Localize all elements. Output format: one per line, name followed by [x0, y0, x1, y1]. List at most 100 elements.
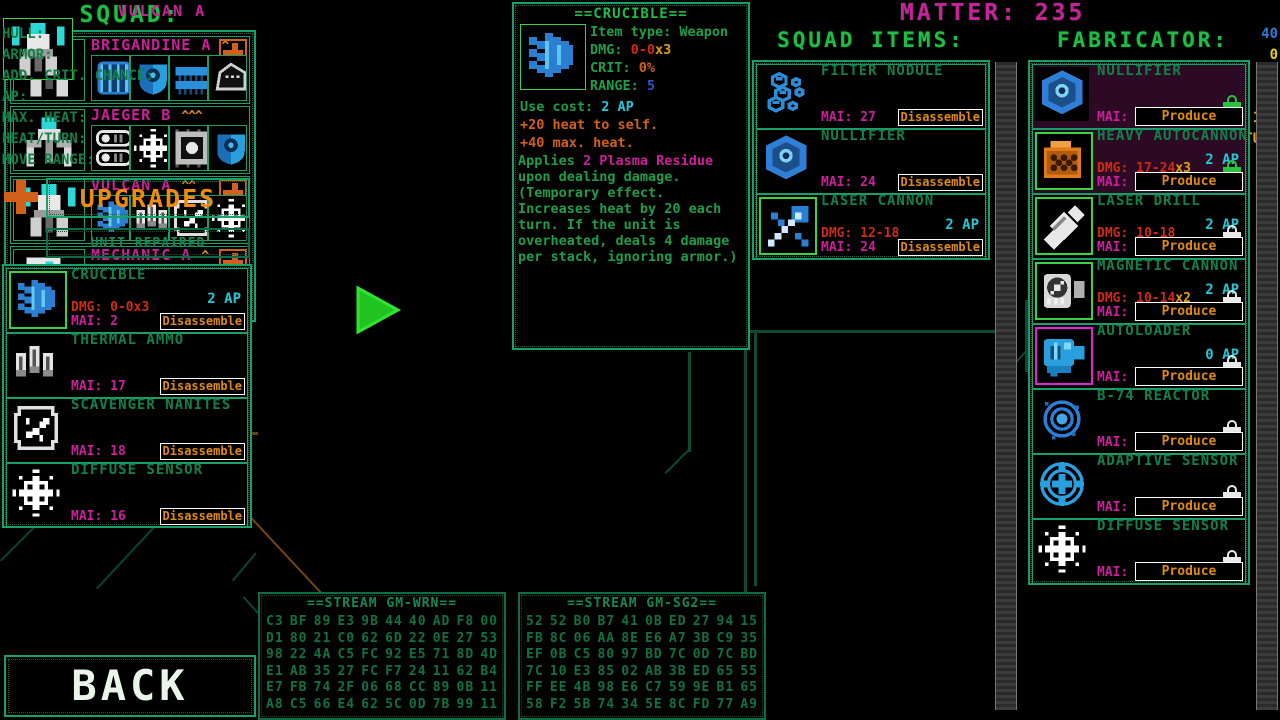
item-name: SCAVENGER NANITES [71, 397, 231, 413]
fabricator-panel: NULLIFIER MAI: 120 Produce HEAVY AUTOCAN… [1028, 60, 1250, 585]
stream-row: C3BF89E39B4440ADF800 [266, 614, 498, 631]
item-matter-cost: MAI: 27 [821, 110, 876, 125]
disassemble-button[interactable]: Disassemble [160, 508, 245, 525]
item-name: LASER CANNON [821, 193, 934, 209]
item-icon[interactable] [1035, 522, 1093, 580]
unit-title: VULCAN A [74, 2, 250, 20]
item-row[interactable]: SCAVENGER NANITES MAI: 18 Disassemble [6, 398, 248, 463]
item-icon[interactable] [1035, 67, 1093, 125]
disassemble-button[interactable]: Disassemble [898, 174, 983, 191]
upgrades-button[interactable]: UPGRADES [46, 178, 250, 218]
produce-button[interactable]: Produce [1135, 497, 1243, 516]
item-icon[interactable] [9, 401, 67, 459]
item-name: THERMAL AMMO [71, 332, 184, 348]
produce-button[interactable]: Produce [1135, 562, 1243, 581]
squad-items-scrollbar[interactable] [995, 62, 1017, 710]
item-row[interactable]: MAGNETIC CANNON DMG: 10-14x2 MAI: 120 2 … [1032, 259, 1246, 324]
tooltip-description: (Temporary effect. Increases heat by 20 … [518, 185, 745, 265]
item-row[interactable]: DIFFUSE SENSOR MAI: 16 Disassemble [6, 463, 248, 528]
disassemble-button[interactable]: Disassemble [160, 378, 245, 395]
item-row[interactable]: NULLIFIER MAI: 24 Disassemble [756, 129, 986, 194]
item-name: AUTOLOADER [1097, 323, 1191, 339]
item-name: NULLIFIER [821, 128, 906, 144]
tooltip-max-heat: +40 max. heat. [520, 135, 634, 151]
tooltip-title: ==CRUCIBLE== [514, 6, 748, 22]
disassemble-button[interactable]: Disassemble [898, 239, 983, 256]
item-matter-cost: MAI: 24 [821, 240, 876, 255]
produce-button[interactable]: Produce [1135, 432, 1243, 451]
item-icon[interactable] [759, 67, 817, 125]
item-row[interactable]: FILTER NODULE MAI: 27 Disassemble [756, 64, 986, 129]
item-row[interactable]: LASER DRILL DMG: 10-18 MAI: 80 2 APProdu… [1032, 194, 1246, 259]
tooltip-use-cost: Use cost: 2 AP [520, 99, 634, 115]
matter-value: 235 [1035, 0, 1086, 26]
item-icon[interactable] [759, 132, 817, 190]
stream-row: 98224AC5FC92E5718D4D [266, 647, 498, 664]
squad-items-panel: FILTER NODULE MAI: 27 Disassemble NULLIF… [752, 60, 990, 260]
unit-repaired-status: UNIT REPAIRED [46, 228, 250, 258]
item-row[interactable]: NULLIFIER MAI: 120 Produce [1032, 64, 1246, 129]
stream-title: ==STREAM GM-SG2== [520, 596, 764, 611]
item-row[interactable]: CRUCIBLE DMG: 0-0x3 MAI: 2 2 APDisassemb… [6, 268, 248, 333]
stat-label: ADD. CRIT. CHANCE: [2, 68, 154, 84]
produce-button[interactable]: Produce [1135, 302, 1243, 321]
game-screen: SQUAD: MATTER: 235 SQUAD ITEMS: FABRICAT… [0, 0, 1280, 720]
disassemble-button[interactable]: Disassemble [898, 109, 983, 126]
item-icon[interactable] [759, 197, 817, 255]
stream-row: FB8C06AA8EE6A73BC935 [526, 631, 758, 648]
item-row[interactable]: DIFFUSE SENSOR MAI: 140 Produce [1032, 519, 1246, 584]
item-icon[interactable] [1035, 327, 1093, 385]
item-name: DIFFUSE SENSOR [1097, 518, 1229, 534]
item-icon[interactable] [9, 271, 67, 329]
item-icon[interactable] [1035, 392, 1093, 450]
item-icon[interactable] [1035, 262, 1093, 320]
back-button[interactable]: BACK [4, 655, 256, 717]
stream-row: EF0BC58097BD7C0D7CBD [526, 647, 758, 664]
item-matter-cost: MAI: 16 [71, 509, 126, 524]
stream-row: 58F25B74345E8CFD77A9 [526, 697, 758, 714]
stream-row: A8C566E4625C0D7B9911 [266, 697, 498, 714]
stat-label: MOVE RANGE: [2, 152, 95, 168]
item-name: MAGNETIC CANNON [1097, 258, 1238, 274]
item-row[interactable]: HEAVY AUTOCANNON DMG: 17-24x3 MAI: 225 2… [1032, 129, 1246, 194]
cursor-outline [354, 284, 406, 336]
item-row[interactable]: AUTOLOADER MAI: 120 0 APProduce [1032, 324, 1246, 389]
item-icon[interactable] [1035, 132, 1093, 190]
item-matter-cost: MAI: 17 [71, 379, 126, 394]
item-row[interactable]: ADAPTIVE SENSOR MAI: 150 Produce [1032, 454, 1246, 519]
item-ap: 2 AP [207, 291, 241, 307]
fabricator-scrollbar[interactable] [1256, 62, 1278, 710]
item-row[interactable]: B-74 REACTOR MAI: 120 Produce [1032, 389, 1246, 454]
stat-label: ARMOR: [2, 47, 53, 63]
item-matter-cost: MAI: 18 [71, 444, 126, 459]
stream-panel-wrn: ==STREAM GM-WRN== C3BF89E39B4440ADF800D1… [258, 592, 506, 720]
produce-button[interactable]: Produce [1135, 172, 1243, 191]
produce-button[interactable]: Produce [1135, 237, 1243, 256]
disassemble-button[interactable]: Disassemble [160, 443, 245, 460]
tooltip-crit: CRIT: 0% [590, 60, 655, 76]
stream-row: E1AB3527FCF7241162B4 [266, 664, 498, 681]
item-name: HEAVY AUTOCANNON [1097, 128, 1248, 144]
stream-row: 7C10E38502AB3BED6555 [526, 664, 758, 681]
item-matter-cost: MAI: 2 [71, 314, 118, 329]
item-matter-cost: MAI: 24 [821, 175, 876, 190]
item-row[interactable]: LASER CANNON DMG: 12-18 MAI: 24 2 APDisa… [756, 194, 986, 259]
produce-button[interactable]: Produce [1135, 367, 1243, 386]
disassemble-button[interactable]: Disassemble [160, 313, 245, 330]
item-icon[interactable] [1035, 457, 1093, 515]
upgrades-plus-icon [4, 180, 38, 214]
stat-label: MAX. HEAT: [2, 110, 86, 126]
stream-row: D18021C0626D220E2753 [266, 631, 498, 648]
tooltip-applies: Applies 2 Plasma Residue upon dealing da… [518, 153, 745, 185]
item-name: ADAPTIVE SENSOR [1097, 453, 1238, 469]
item-name: FILTER NODULE [821, 63, 944, 79]
item-name: DIFFUSE SENSOR [71, 462, 203, 478]
item-row[interactable]: THERMAL AMMO MAI: 17 Disassemble [6, 333, 248, 398]
equipped-items-panel: CRUCIBLE DMG: 0-0x3 MAI: 2 2 APDisassemb… [2, 264, 252, 528]
item-icon[interactable] [9, 466, 67, 524]
item-icon[interactable] [9, 336, 67, 394]
item-name: CRUCIBLE [71, 267, 146, 283]
item-icon[interactable] [1035, 197, 1093, 255]
item-name: B-74 REACTOR [1097, 388, 1210, 404]
produce-button[interactable]: Produce [1135, 107, 1243, 126]
